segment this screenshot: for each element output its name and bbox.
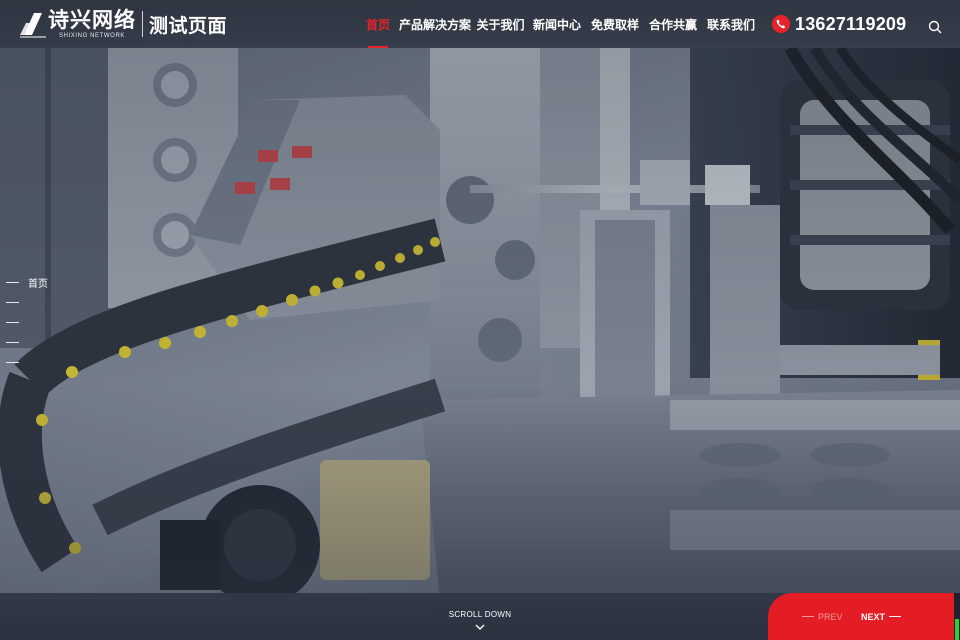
site-header: 诗兴网络 SHIXING NETWORK 测试页面 首页 产品解决方案 关于我们… bbox=[0, 0, 960, 48]
nav-item-news[interactable]: 新闻中心 bbox=[528, 0, 586, 48]
phone-icon bbox=[772, 15, 790, 33]
logo-mark-icon bbox=[20, 9, 46, 39]
scroll-down-button[interactable]: SCROLL DOWN bbox=[440, 610, 520, 631]
slide-dot-4[interactable] bbox=[6, 332, 48, 352]
slide-dot-line bbox=[6, 321, 19, 323]
prev-button[interactable]: PREV bbox=[798, 593, 843, 640]
next-button[interactable]: NEXT bbox=[861, 593, 905, 640]
chevron-down-icon bbox=[475, 624, 485, 630]
slide-dot-line bbox=[6, 361, 19, 363]
prev-label: PREV bbox=[818, 611, 843, 622]
hero-machine-image bbox=[0, 0, 960, 640]
nav-item-home[interactable]: 首页 bbox=[359, 0, 397, 48]
phone-number: 13627119209 bbox=[795, 14, 907, 34]
slide-dot-line bbox=[6, 281, 19, 283]
search-icon bbox=[928, 20, 942, 34]
slide-dot-3[interactable] bbox=[6, 312, 48, 332]
slide-dot-2[interactable] bbox=[6, 292, 48, 312]
brand-name-en: SHIXING NETWORK bbox=[58, 32, 125, 39]
slide-dot-line bbox=[6, 341, 19, 343]
arrow-left-icon bbox=[802, 616, 814, 617]
slide-dot-5[interactable] bbox=[6, 352, 48, 372]
scroll-down-label: SCROLL DOWN bbox=[448, 610, 512, 619]
hero-banner bbox=[0, 0, 960, 640]
nav-item-free-sample[interactable]: 免费取样 bbox=[586, 0, 644, 48]
brand-subtitle: 测试页面 bbox=[149, 15, 228, 37]
brand-logo[interactable]: 诗兴网络 SHIXING NETWORK 测试页面 bbox=[20, 8, 227, 40]
hotline[interactable]: 13627119209 bbox=[772, 14, 906, 34]
slide-dot-home[interactable]: 首页 bbox=[6, 272, 48, 292]
slide-indicator: 首页 bbox=[6, 272, 48, 372]
logo-divider bbox=[142, 11, 143, 37]
nav-item-contact[interactable]: 联系我们 bbox=[702, 0, 760, 48]
brand-name-cn: 诗兴网络 bbox=[48, 6, 136, 32]
next-label: NEXT bbox=[861, 611, 886, 622]
main-nav: 首页 产品解决方案 关于我们 新闻中心 免费取样 合作共赢 联系我们 bbox=[359, 0, 760, 48]
slide-pager: PREV NEXT bbox=[768, 593, 954, 640]
slide-dot-label: 首页 bbox=[28, 278, 48, 290]
slide-progress-fill bbox=[955, 619, 959, 640]
arrow-right-icon bbox=[889, 616, 902, 617]
nav-item-about[interactable]: 关于我们 bbox=[473, 0, 528, 48]
slide-dot-line bbox=[6, 301, 19, 303]
search-button[interactable] bbox=[928, 19, 942, 34]
nav-item-cooperation[interactable]: 合作共赢 bbox=[644, 0, 702, 48]
nav-item-solutions[interactable]: 产品解决方案 bbox=[397, 0, 473, 48]
